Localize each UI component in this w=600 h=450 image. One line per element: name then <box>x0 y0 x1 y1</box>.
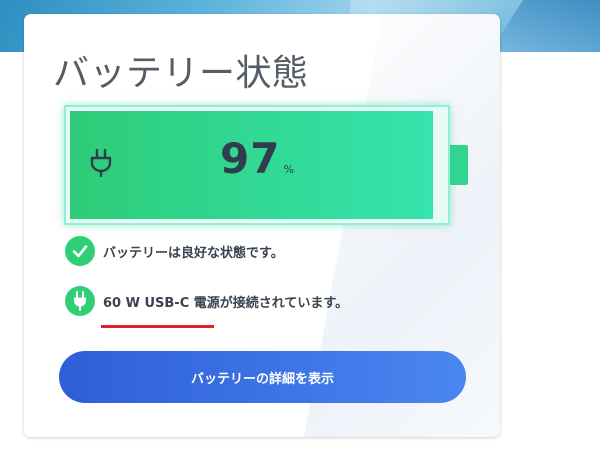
power-source-status: 60 W USB-C 電源が接続されています。 <box>65 286 348 316</box>
percent-sign: % <box>283 163 294 176</box>
battery-status-card: バッテリー状態 97% バッテリーは良好な状態です。 60 W USB-C 電源… <box>24 14 500 437</box>
power-source-name: 60 W USB-C 電源 <box>103 295 220 311</box>
check-icon <box>65 236 95 266</box>
highlight-underline <box>101 325 214 328</box>
battery-health-text: バッテリーは良好な状態です。 <box>103 245 284 261</box>
page-title: バッテリー状態 <box>53 53 309 94</box>
plug-icon <box>65 286 95 316</box>
power-source-suffix: が接続されています。 <box>219 295 349 311</box>
view-battery-details-button[interactable]: バッテリーの詳細を表示 <box>59 351 466 403</box>
battery-terminal <box>450 145 468 185</box>
power-source-text: 60 W USB-C 電源が接続されています。 <box>103 292 348 311</box>
battery-percentage: 97% <box>220 134 294 183</box>
plug-icon <box>90 149 112 177</box>
battery-health-status: バッテリーは良好な状態です。 <box>65 236 284 266</box>
battery-percentage-value: 97 <box>220 134 281 183</box>
